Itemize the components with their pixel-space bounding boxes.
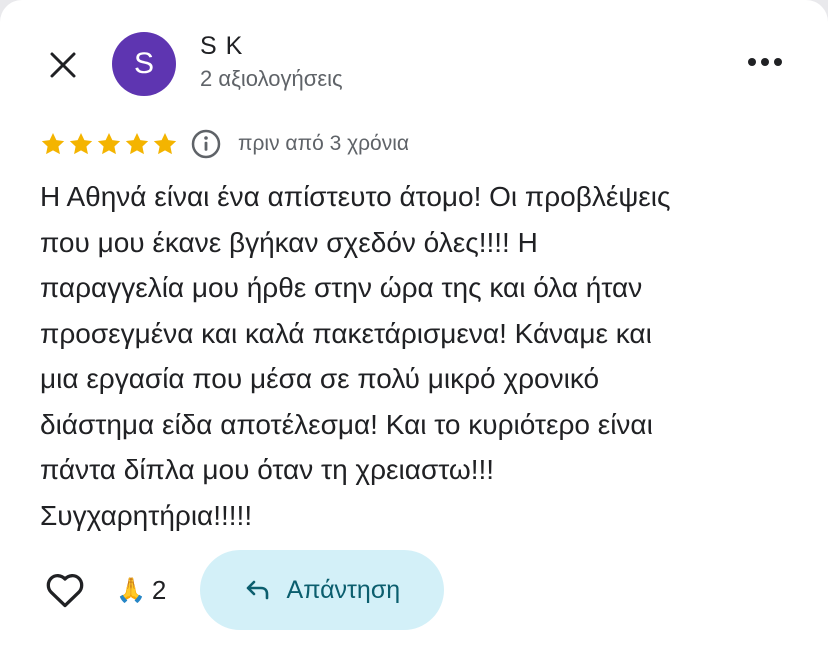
star-icon (41, 132, 65, 155)
review-text: Η Αθηνά είναι ένα απίστευτο άτομο! Οι πρ… (40, 181, 671, 531)
more-options-button[interactable] (740, 44, 790, 80)
star-icon (125, 132, 149, 155)
reviewer-review-count: 2 αξιολογήσεις (200, 66, 343, 91)
like-button[interactable] (40, 565, 90, 615)
avatar-letter: S (133, 47, 154, 80)
close-icon (50, 52, 76, 78)
avatar[interactable]: S (112, 32, 176, 96)
reply-arrow-icon (246, 580, 268, 600)
reply-label: Απάντηση (286, 575, 401, 604)
review-card: S S K 2 αξιολογήσεις πριν από 3 χρόνια Η… (0, 0, 828, 657)
reaction-button[interactable]: 🙏 2 (116, 575, 166, 606)
info-icon (191, 129, 221, 159)
heart-outline-icon (46, 574, 84, 608)
star-rating (40, 131, 178, 157)
star-icon (97, 132, 121, 155)
info-button[interactable] (190, 128, 222, 160)
reaction-count: 2 (151, 574, 167, 605)
rating-row: πριν από 3 χρόνια (40, 126, 409, 162)
reply-button[interactable]: Απάντηση (200, 550, 445, 630)
pray-emoji-icon: 🙏 (116, 576, 146, 604)
review-actions: 🙏 2 Απάντηση (40, 550, 445, 630)
close-button[interactable] (40, 42, 86, 88)
reviewer-name[interactable]: S K (200, 32, 243, 61)
star-icon (69, 132, 93, 155)
review-time-ago: πριν από 3 χρόνια (238, 132, 410, 155)
star-icon (153, 132, 177, 155)
more-horiz-icon (748, 58, 782, 66)
